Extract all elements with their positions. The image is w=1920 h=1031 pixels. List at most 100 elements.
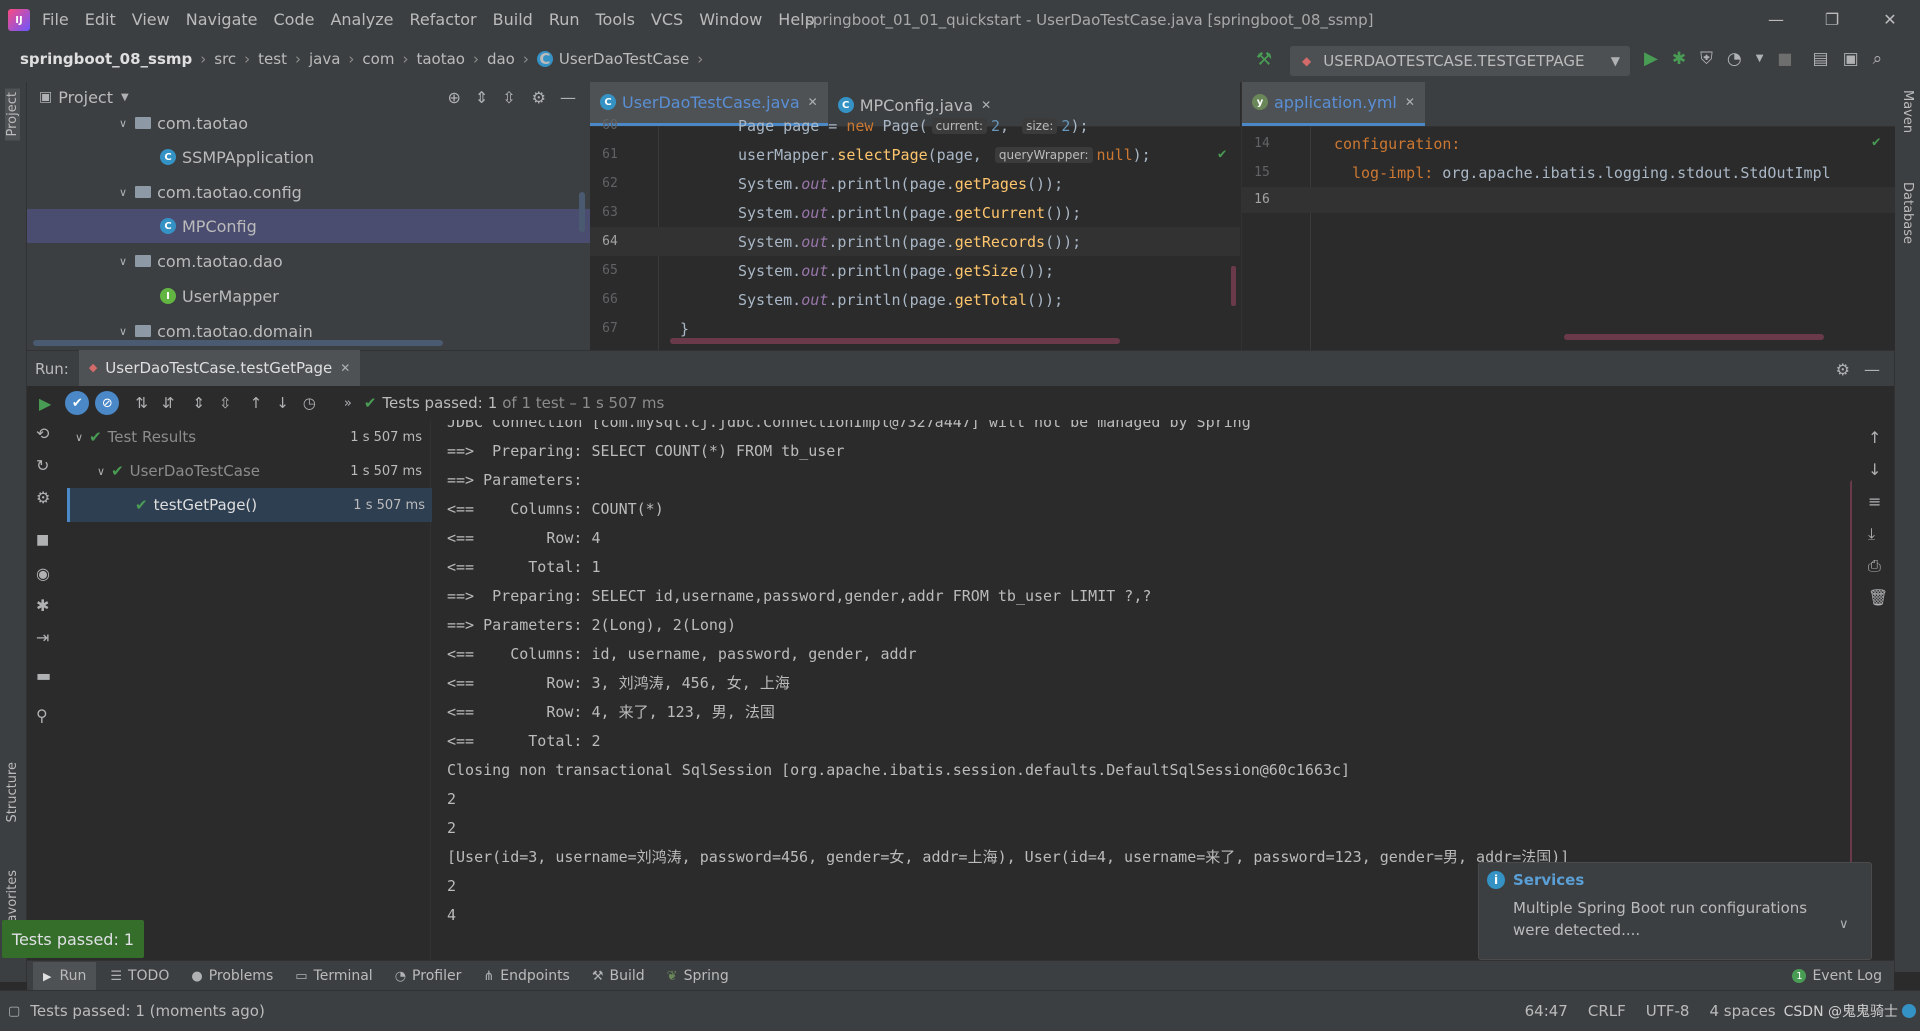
console-scrollbar[interactable] bbox=[1850, 480, 1852, 880]
breadcrumb-dao[interactable]: dao bbox=[487, 50, 515, 68]
hide-panel-icon[interactable]: — bbox=[1864, 360, 1880, 379]
breadcrumb-test[interactable]: test bbox=[258, 50, 287, 68]
tree-item-com-taotao-config[interactable]: ∨ com.taotao.config bbox=[119, 175, 302, 209]
vertical-scrollbar[interactable] bbox=[1231, 266, 1236, 306]
tool-tab-todo[interactable]: ☰ TODO bbox=[110, 968, 169, 984]
stop-icon[interactable]: ■ bbox=[36, 532, 49, 548]
menu-view[interactable]: View bbox=[132, 10, 170, 29]
caret-position[interactable]: 64:47 bbox=[1525, 1002, 1568, 1020]
sort-duration-icon[interactable]: ⇵ bbox=[162, 394, 175, 412]
show-passed-icon[interactable]: ✔ bbox=[65, 391, 90, 415]
breadcrumb-java[interactable]: java bbox=[309, 50, 340, 68]
horizontal-scrollbar[interactable] bbox=[33, 340, 443, 346]
minimize-icon[interactable]: — bbox=[1756, 6, 1796, 32]
project-tool-tab[interactable]: Project bbox=[5, 88, 20, 141]
tool-tab-build[interactable]: ⚒ Build bbox=[592, 968, 645, 984]
toggle-auto-test-icon[interactable]: ⟲ bbox=[36, 424, 49, 443]
breadcrumb-com[interactable]: com bbox=[362, 50, 394, 68]
debug-bug-icon[interactable]: ✱ bbox=[36, 596, 49, 615]
tool-tab-run[interactable]: ▶ Run bbox=[33, 962, 97, 990]
yaml-code-area[interactable]: 14 configuration: 15 log-impl: org.apach… bbox=[1242, 126, 1895, 350]
breadcrumb-taotao[interactable]: taotao bbox=[416, 50, 465, 68]
test-results-root[interactable]: ∨ ✔ Test Results 1 s 507 ms bbox=[67, 420, 430, 454]
collapse-all-icon[interactable]: ⇳ bbox=[502, 88, 515, 107]
scroll-down-icon[interactable]: ↓ bbox=[1868, 460, 1881, 479]
search-icon[interactable]: ⌕ bbox=[1873, 49, 1883, 69]
hide-panel-icon[interactable]: — bbox=[560, 88, 576, 107]
show-ignored-icon[interactable]: ⊘ bbox=[95, 391, 120, 415]
close-tab-icon[interactable]: ✕ bbox=[981, 98, 991, 112]
tool-tab-terminal[interactable]: ▭ Terminal bbox=[295, 968, 372, 984]
tab-application-yml[interactable]: y application.yml ✕ bbox=[1242, 82, 1425, 126]
tool-tab-endpoints[interactable]: ⋔ Endpoints bbox=[483, 968, 570, 984]
debug-icon[interactable]: ✱ bbox=[1672, 49, 1686, 69]
settings-gear-icon[interactable]: ⚙ bbox=[532, 88, 546, 107]
notification-dot-icon[interactable] bbox=[1902, 1004, 1916, 1018]
more-actions-icon[interactable]: » bbox=[344, 396, 352, 411]
close-icon[interactable]: ✕ bbox=[1870, 6, 1910, 32]
breadcrumb-src[interactable]: src bbox=[214, 50, 236, 68]
soft-wrap-icon[interactable]: ≡ bbox=[1868, 492, 1881, 511]
menu-analyze[interactable]: Analyze bbox=[330, 10, 393, 29]
export-icon[interactable]: ⇥ bbox=[36, 628, 49, 647]
close-tab-icon[interactable]: ✕ bbox=[808, 95, 818, 109]
pin-icon[interactable]: ⚲ bbox=[36, 706, 48, 725]
chevron-down-icon[interactable]: ∨ bbox=[1839, 917, 1849, 932]
next-test-icon[interactable]: ↓ bbox=[276, 394, 289, 412]
tests-passed-balloon[interactable]: Tests passed: 1 bbox=[2, 920, 144, 958]
clear-trash-icon[interactable]: 🗑 bbox=[1868, 588, 1888, 607]
tree-item-com-taotao-dao[interactable]: ∨ com.taotao.dao bbox=[119, 244, 283, 278]
layout-icon[interactable]: ▬ bbox=[36, 666, 51, 685]
menu-build[interactable]: Build bbox=[493, 10, 533, 29]
sort-alpha-icon[interactable]: ⇅ bbox=[135, 394, 148, 412]
breadcrumb-class[interactable]: UserDaoTestCase bbox=[559, 50, 689, 68]
test-class-row[interactable]: ∨ ✔ UserDaoTestCase 1 s 507 ms bbox=[67, 454, 430, 488]
indent-setting[interactable]: 4 spaces bbox=[1709, 1002, 1775, 1020]
notification-title[interactable]: Services bbox=[1513, 871, 1584, 889]
settings-gear-icon[interactable]: ⚙ bbox=[1836, 360, 1850, 379]
horizontal-scrollbar[interactable] bbox=[670, 338, 1120, 344]
tree-item-mpconfig[interactable]: C MPConfig bbox=[160, 209, 257, 243]
more-run-chevron-icon[interactable]: ▼ bbox=[1756, 53, 1764, 64]
horizontal-scrollbar[interactable] bbox=[1564, 334, 1824, 340]
line-separator[interactable]: CRLF bbox=[1588, 1002, 1626, 1020]
tool-tab-spring[interactable]: ❦ Spring bbox=[667, 968, 729, 984]
tree-item-ssmpapplication[interactable]: C SSMPApplication bbox=[160, 140, 314, 174]
menu-vcs[interactable]: VCS bbox=[651, 10, 683, 29]
scroll-up-icon[interactable]: ↑ bbox=[1868, 428, 1881, 447]
structure-tool-tab[interactable]: Structure bbox=[5, 762, 20, 822]
history-clock-icon[interactable]: ◷ bbox=[303, 394, 316, 412]
tree-item-com-taotao[interactable]: ∨ com.taotao bbox=[119, 106, 248, 140]
tool-tab-profiler[interactable]: ◔ Profiler bbox=[395, 968, 462, 984]
tool-tab-problems[interactable]: ● Problems bbox=[191, 968, 273, 984]
file-encoding[interactable]: UTF-8 bbox=[1646, 1002, 1690, 1020]
previous-test-icon[interactable]: ↑ bbox=[250, 394, 263, 412]
locate-icon[interactable]: ⊕ bbox=[447, 88, 460, 107]
run-config-selector[interactable]: ◆ USERDAOTESTCASE.TESTGETPAGE ▼ bbox=[1290, 46, 1630, 76]
rerun-failed-icon[interactable]: ↻ bbox=[36, 456, 49, 475]
scroll-to-end-icon[interactable]: ⤓ bbox=[1868, 524, 1875, 544]
project-view-chevron-icon[interactable]: ▼ bbox=[121, 92, 129, 103]
coverage-icon[interactable]: ⛨ bbox=[1700, 49, 1713, 69]
build-hammer-icon[interactable]: ⚒ bbox=[1256, 49, 1272, 70]
tree-item-usermapper[interactable]: I UserMapper bbox=[160, 279, 279, 313]
expand-all-icon[interactable]: ⇕ bbox=[475, 88, 488, 107]
profile-icon[interactable]: ◔ bbox=[1727, 49, 1742, 69]
close-tab-icon[interactable]: ✕ bbox=[340, 361, 350, 375]
breadcrumb-project[interactable]: springboot_08_ssmp bbox=[20, 50, 192, 68]
run-icon[interactable]: ▶ bbox=[1644, 48, 1658, 69]
stop-icon[interactable]: ■ bbox=[1777, 49, 1792, 68]
collapse-all-icon[interactable]: ⇳ bbox=[219, 394, 232, 412]
vertical-scrollbar[interactable] bbox=[579, 192, 585, 232]
code-area[interactable]: 60 Page page = new Page(current: 2, size:… bbox=[590, 117, 1240, 350]
camera-icon[interactable]: ◉ bbox=[36, 564, 50, 583]
status-message[interactable]: Tests passed: 1 (moments ago) bbox=[30, 1002, 265, 1020]
wrench-icon[interactable]: ⚙ bbox=[36, 488, 50, 507]
tool-windows-toggle-icon[interactable]: ▢ bbox=[8, 1004, 20, 1019]
menu-refactor[interactable]: Refactor bbox=[410, 10, 477, 29]
restore-icon[interactable]: ❐ bbox=[1812, 6, 1852, 32]
expand-all-icon[interactable]: ⇕ bbox=[192, 394, 205, 412]
menu-edit[interactable]: Edit bbox=[85, 10, 116, 29]
menu-window[interactable]: Window bbox=[699, 10, 762, 29]
print-icon[interactable]: ⎙ bbox=[1868, 556, 1881, 576]
